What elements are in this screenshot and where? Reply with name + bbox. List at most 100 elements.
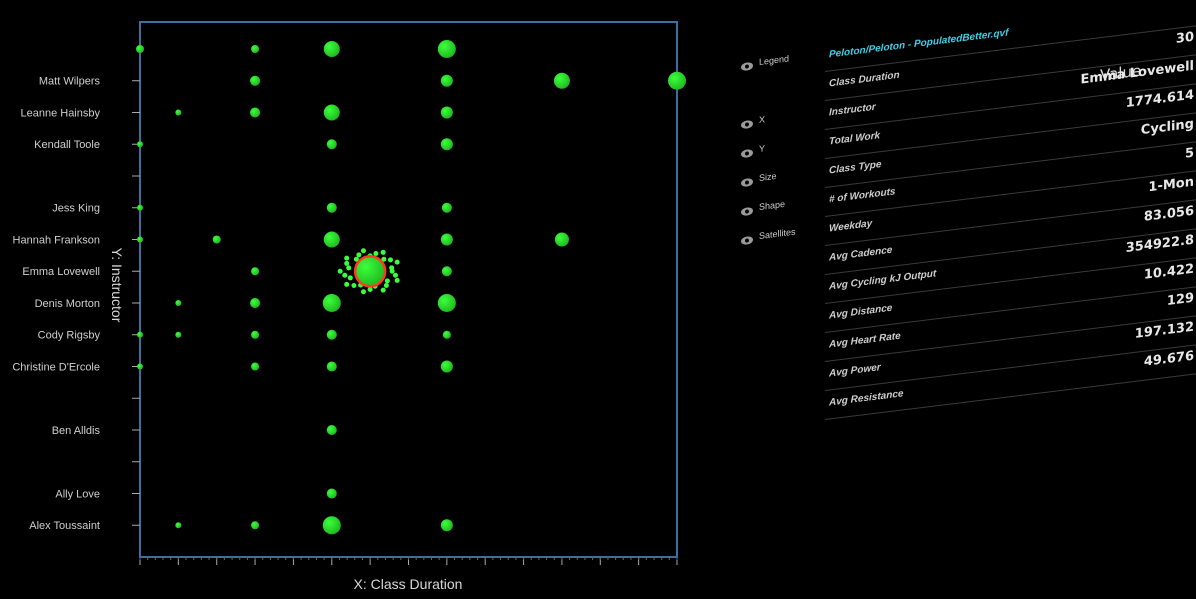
satellite-point: [351, 282, 357, 288]
property-value: 49.676: [1143, 348, 1194, 370]
satellite-point: [383, 282, 389, 288]
property-mapping-label: Size: [759, 170, 777, 184]
y-tick-label: Leanne Hainsby: [20, 107, 100, 119]
property-value: 10.422: [1143, 261, 1194, 283]
y-tick-label: Denis Morton: [35, 298, 100, 310]
satellite-point: [360, 248, 366, 254]
property-value: 129: [1166, 290, 1194, 309]
data-point: [175, 109, 182, 116]
data-point: [326, 139, 337, 150]
y-tick-label: Kendall Toole: [34, 139, 100, 151]
property-mapping-label: Satellites: [759, 226, 796, 242]
data-point: [440, 138, 453, 151]
selected-data-point: [353, 254, 387, 288]
property-value: Cycling: [1140, 116, 1194, 139]
y-tick-label: Cody Rigsby: [38, 330, 101, 342]
eye-icon[interactable]: [741, 148, 753, 159]
data-point: [440, 74, 453, 87]
data-point: [441, 202, 452, 213]
property-mapping-label: X: [759, 114, 766, 126]
data-point: [326, 424, 337, 435]
property-mapping-label: Legend: [759, 53, 790, 68]
satellite-point: [344, 281, 350, 287]
property-field-name: Class Duration: [829, 69, 900, 90]
satellite-point: [380, 287, 386, 293]
satellite-point: [380, 249, 386, 255]
data-point: [442, 330, 451, 339]
property-value: 197.132: [1134, 319, 1194, 342]
data-point: [323, 104, 340, 121]
property-mapping-label: Shape: [759, 198, 786, 213]
data-point: [323, 231, 340, 248]
satellite-point: [384, 278, 390, 284]
data-point: [440, 106, 453, 119]
satellite-point: [367, 286, 373, 292]
data-point: [322, 293, 341, 312]
satellite-point: [356, 252, 362, 258]
data-point: [137, 236, 143, 243]
satellite-point: [373, 250, 379, 256]
data-point: [326, 329, 337, 340]
y-tick-label: Jess King: [52, 203, 100, 215]
eye-icon[interactable]: [741, 119, 753, 130]
y-tick-label: Ally Love: [55, 488, 100, 500]
property-field-name: Avg Resistance: [829, 388, 904, 409]
eye-icon[interactable]: [741, 61, 753, 72]
data-point: [441, 266, 452, 277]
satellite-point: [347, 275, 353, 281]
y-tick-label: Matt Wilpers: [39, 76, 101, 88]
x-axis-title: X: Class Duration: [354, 576, 463, 592]
satellite-point: [389, 265, 395, 271]
data-point: [251, 521, 260, 530]
data-point: [251, 330, 260, 339]
satellite-point: [392, 272, 398, 278]
property-field-name: Avg Cadence: [829, 244, 893, 264]
property-field-name: Avg Distance: [829, 302, 893, 322]
data-point: [251, 44, 260, 53]
satellite-point: [344, 255, 350, 261]
data-point: [323, 40, 340, 57]
data-point: [326, 488, 337, 499]
y-tick-label: Alex Toussaint: [29, 520, 100, 532]
data-point: [251, 267, 260, 276]
eye-icon[interactable]: [741, 235, 753, 246]
satellite-point: [394, 277, 400, 283]
data-point: [251, 362, 260, 371]
eye-icon[interactable]: [741, 177, 753, 188]
data-point: [137, 141, 143, 148]
eye-icon[interactable]: [741, 206, 753, 217]
scene-background: Matt Wilpers Leanne Hainsby Kendall Toole J…: [0, 0, 1196, 599]
data-point: [137, 204, 143, 211]
property-value: 5: [1184, 145, 1194, 162]
data-point: [440, 233, 453, 246]
data-point: [437, 293, 456, 312]
property-field-name: Avg Heart Rate: [829, 330, 901, 351]
data-point: [250, 107, 261, 118]
data-point: [137, 331, 143, 338]
property-value: 30: [1175, 29, 1194, 47]
data-point: [553, 72, 570, 89]
data-point: [554, 232, 569, 247]
data-point: [175, 331, 182, 338]
y-tick-label: Emma Lovewell: [22, 266, 100, 278]
property-field-name: Class Type: [829, 159, 882, 177]
y-tick-label: Ben Alldis: [52, 425, 101, 437]
satellite-point: [387, 257, 393, 263]
satellite-point: [342, 272, 348, 278]
property-field-name: Total Work: [829, 130, 881, 148]
data-point: [136, 44, 144, 53]
property-mapping-label: Y: [759, 143, 766, 155]
y-tick-label: Hannah Frankson: [13, 234, 100, 246]
satellite-point: [337, 268, 343, 274]
y-axis-title: Y: Instructor: [109, 248, 125, 323]
satellite-point: [344, 260, 350, 266]
property-value: 1-Mon: [1148, 174, 1194, 196]
satellite-point: [394, 259, 400, 265]
property-field-name: Avg Power: [829, 362, 881, 380]
data-point: [175, 299, 182, 306]
data-point: [322, 516, 341, 535]
plot-frame: [139, 21, 678, 558]
data-point: [668, 71, 686, 90]
data-point: [326, 202, 337, 213]
property-value: 83.056: [1143, 203, 1194, 225]
